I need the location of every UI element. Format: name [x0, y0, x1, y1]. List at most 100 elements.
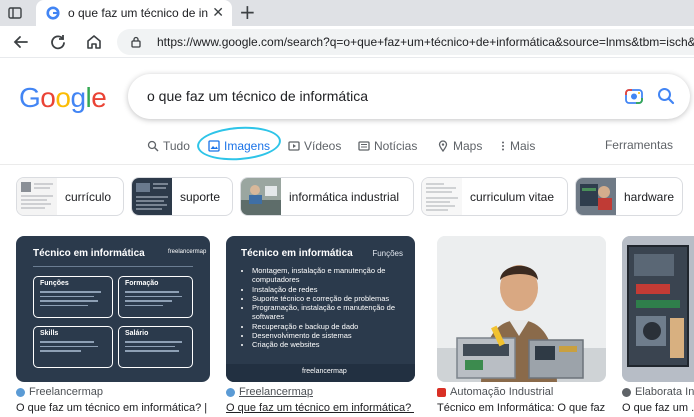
highlight-circle-annotation	[195, 124, 283, 163]
tab-title: o que faz um técnico de informá	[68, 6, 208, 20]
search-icon	[147, 140, 159, 152]
url-field[interactable]: https://www.google.com/search?q=o+que+fa…	[117, 29, 694, 55]
card-list: Montagem, instalação e manutenção de com…	[240, 266, 405, 350]
chip-thumbnail	[422, 178, 462, 215]
card-brand: freelancermap	[168, 249, 207, 255]
result-title[interactable]: O que faz um técnico em informática? | .…	[16, 402, 210, 414]
chip-label: curriculum vitae	[470, 190, 555, 204]
result-image[interactable]	[622, 236, 694, 382]
tab-label: Notícias	[374, 139, 418, 153]
card-box: Skills	[33, 326, 113, 368]
box-title: Salário	[125, 330, 149, 337]
news-icon	[358, 141, 370, 151]
tab-news[interactable]: Notícias	[358, 138, 417, 154]
url-text: https://www.google.com/search?q=o+que+fa…	[157, 35, 694, 49]
result-source[interactable]: Freelancermap	[16, 386, 103, 398]
chip-label: currículo	[65, 190, 112, 204]
chip-thumbnail	[17, 178, 57, 215]
card-brand: freelancermap	[302, 368, 347, 375]
tab-actions-icon[interactable]	[7, 5, 23, 21]
chip-label: hardware	[624, 190, 675, 204]
card-footer: freelancermap	[226, 364, 415, 382]
card-heading: Técnico em informática	[241, 248, 353, 259]
card-aside: Funções	[372, 249, 403, 258]
card-divider	[33, 266, 193, 267]
lock-icon[interactable]	[129, 35, 143, 49]
browser-tab-strip: o que faz um técnico de informá ✕ +	[0, 0, 694, 26]
source-favicon-icon	[437, 387, 446, 397]
box-lines	[40, 341, 108, 355]
tab-more[interactable]: Mais	[500, 138, 535, 154]
source-name: Freelancermap	[239, 386, 313, 398]
more-vert-icon	[502, 141, 504, 151]
chip-thumbnail	[241, 178, 281, 215]
technician-photo	[437, 236, 606, 382]
tabs-divider	[0, 164, 694, 165]
card-box: Salário	[118, 326, 193, 368]
source-name: Elaborata Inf	[635, 386, 694, 398]
box-lines	[125, 341, 188, 355]
tab-label: Tudo	[163, 139, 190, 153]
card-list-item: Instalação de redes	[252, 285, 405, 294]
close-tab-icon[interactable]: ✕	[212, 4, 224, 21]
card-list-item: Suporte técnico e correção de problemas	[252, 294, 405, 303]
source-favicon-icon	[16, 387, 25, 397]
box-lines	[40, 291, 108, 309]
search-icon[interactable]	[656, 86, 676, 106]
chip-suporte[interactable]: suporte	[131, 177, 233, 216]
tab-label: Maps	[453, 139, 483, 153]
chip-thumbnail	[132, 178, 172, 215]
source-favicon-icon	[226, 387, 235, 397]
search-box[interactable]: o que faz um técnico de informática	[128, 74, 690, 119]
result-source[interactable]: Automação Industrial	[437, 386, 553, 398]
chip-label: suporte	[180, 190, 221, 204]
card-list-item: Programação, instalação e manutenção de …	[252, 303, 405, 322]
map-pin-icon	[438, 140, 448, 152]
result-title[interactable]: O que faz um técnico em informática? | .…	[226, 402, 415, 414]
browser-tab[interactable]: o que faz um técnico de informá ✕	[36, 0, 232, 26]
box-title: Funções	[40, 280, 69, 287]
result-source[interactable]: Freelancermap	[226, 386, 313, 398]
hardware-photo	[622, 236, 694, 382]
result-title[interactable]: O que faz um ...	[622, 402, 694, 414]
tab-label: Mais	[510, 139, 536, 153]
lens-camera-icon[interactable]	[624, 86, 644, 106]
card-list-item: Desenvolvimento de sistemas	[252, 331, 405, 340]
tab-maps[interactable]: Maps	[437, 138, 482, 154]
card-list-item: Criação de websites	[252, 340, 405, 349]
result-image[interactable]: Técnico em informática freelancermap Fun…	[16, 236, 210, 382]
address-bar-row: https://www.google.com/search?q=o+que+fa…	[0, 26, 694, 58]
result-image[interactable]: Técnico em informática Funções Montagem,…	[226, 236, 415, 382]
tab-all[interactable]: Tudo	[147, 138, 190, 154]
box-title: Skills	[40, 330, 59, 337]
video-play-icon	[288, 141, 300, 151]
result-title[interactable]: Técnico em Informática: O que faz ...	[437, 402, 606, 414]
google-favicon-icon	[46, 6, 60, 20]
source-name: Automação Industrial	[450, 386, 554, 398]
new-tab-icon[interactable]: +	[239, 2, 256, 22]
result-source[interactable]: Elaborata Inf	[622, 386, 694, 398]
source-name: Freelancermap	[29, 386, 103, 398]
chip-label: informática industrial	[289, 190, 400, 204]
chip-curriculum-vitae[interactable]: curriculum vitae	[421, 177, 568, 216]
card-list-item: Montagem, instalação e manutenção de com…	[252, 266, 405, 285]
chip-thumbnail	[576, 178, 616, 215]
tab-label: Vídeos	[304, 139, 342, 153]
card-heading: Técnico em informática	[33, 248, 145, 259]
box-title: Formação	[125, 280, 159, 287]
chip-hardware[interactable]: hardware	[575, 177, 683, 216]
source-favicon-icon	[622, 387, 631, 397]
chip-informatica-industrial[interactable]: informática industrial	[240, 177, 414, 216]
card-box: Funções	[33, 276, 113, 318]
google-logo[interactable]: Google	[19, 82, 107, 114]
tab-videos[interactable]: Vídeos	[288, 138, 341, 154]
result-image[interactable]	[437, 236, 606, 382]
back-arrow-icon[interactable]	[10, 31, 32, 53]
search-input[interactable]: o que faz um técnico de informática	[147, 88, 368, 104]
home-icon[interactable]	[83, 31, 105, 53]
card-box: Formação	[118, 276, 193, 318]
card-list-item: Recuperação e backup de dado	[252, 322, 405, 331]
tools-button[interactable]: Ferramentas	[605, 138, 673, 152]
reload-icon[interactable]	[47, 31, 69, 53]
chip-curriculo[interactable]: currículo	[16, 177, 124, 216]
